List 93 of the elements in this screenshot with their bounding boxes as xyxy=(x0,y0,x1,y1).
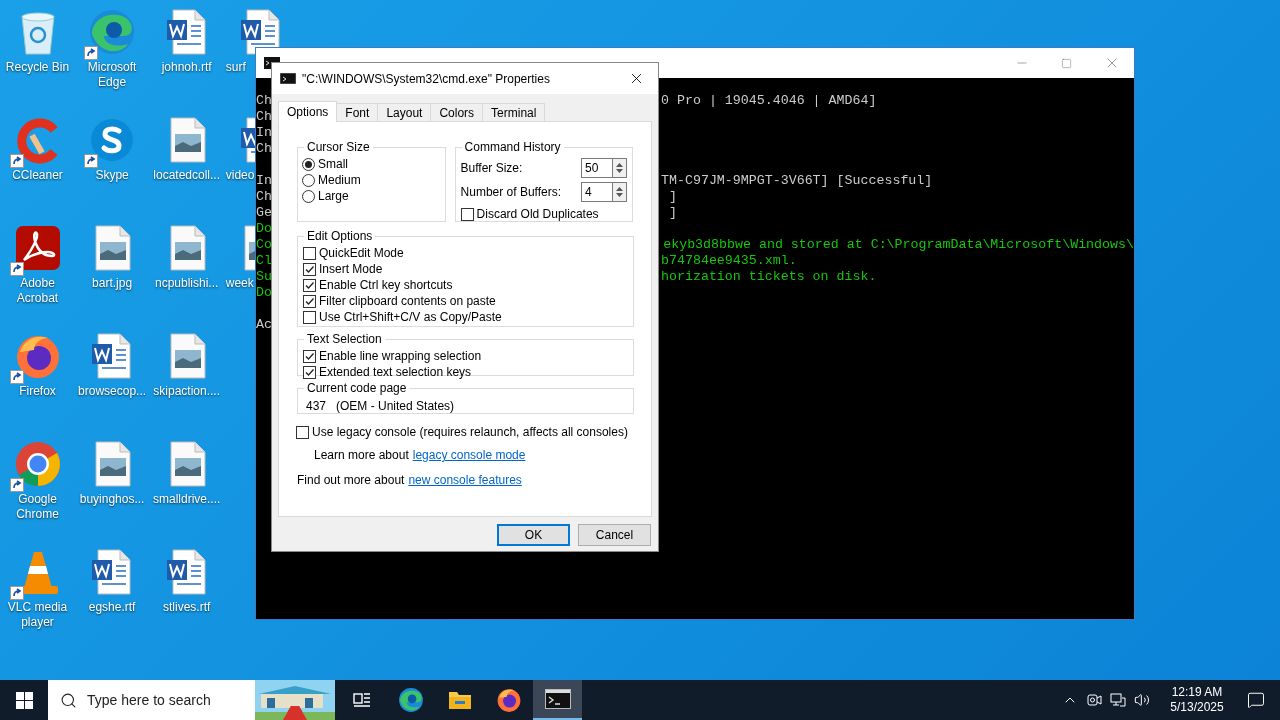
spinner-control[interactable] xyxy=(612,158,627,178)
taskbar-app-button[interactable] xyxy=(533,680,582,720)
console-text: horization tickets on disk. xyxy=(661,269,877,285)
group-label: Current code page xyxy=(307,381,407,395)
checkbox-label[interactable]: Use Ctrl+Shift+C/V as Copy/Paste xyxy=(319,308,502,326)
checkbox[interactable] xyxy=(303,246,316,260)
tab[interactable]: Terminal xyxy=(482,103,546,122)
group-label: Edit Options xyxy=(307,229,373,243)
number-field[interactable]: 50 xyxy=(581,158,612,178)
edge-icon xyxy=(397,687,424,713)
radio-button[interactable] xyxy=(302,189,315,203)
console-text: Ch xyxy=(256,141,272,156)
tab[interactable]: Options xyxy=(278,101,338,122)
console-text: Ch xyxy=(256,189,272,204)
search-box[interactable]: Type here to search xyxy=(48,680,335,720)
console-text: Su xyxy=(256,269,272,284)
clock-time: 12:19 AM xyxy=(1171,685,1223,700)
clock[interactable]: 12:19 AM 5/13/2025 xyxy=(1162,685,1232,715)
checkbox-label[interactable]: QuickEdit Mode xyxy=(319,244,404,262)
checkbox-label[interactable]: Enable line wrapping selection xyxy=(319,347,482,365)
field-label: Number of Buffers: xyxy=(460,184,562,201)
checkbox[interactable] xyxy=(303,278,316,292)
console-text: TM-C97JM-9MPGT-3V66T] [Successful] xyxy=(661,173,933,189)
console-text: ] xyxy=(667,189,677,205)
search-placeholder: Type here to search xyxy=(87,690,211,710)
edge-icon xyxy=(88,8,137,56)
console-text: Ge xyxy=(256,205,272,220)
up-arrow-icon xyxy=(616,163,623,167)
clock-date: 5/13/2025 xyxy=(1170,700,1224,715)
tab[interactable]: Font xyxy=(336,103,379,122)
console-text: ] xyxy=(667,205,677,221)
checkbox-label[interactable]: Discard Old Duplicates xyxy=(476,205,599,223)
checkbox-label[interactable]: Extended text selection keys xyxy=(319,363,472,381)
speech-bubble-icon xyxy=(1247,691,1265,709)
group-label: Text Selection xyxy=(307,332,382,346)
number-field[interactable]: 4 xyxy=(581,182,612,202)
console-text: In xyxy=(256,173,272,188)
dialog-title: "C:\WINDOWS\System32\cmd.exe" Properties xyxy=(302,70,550,88)
firefox-icon xyxy=(495,687,522,713)
search-icon xyxy=(60,691,77,709)
volume-icon[interactable] xyxy=(1134,692,1150,708)
group-label: Command History xyxy=(464,140,561,154)
spinner-control[interactable] xyxy=(612,182,627,202)
checkbox[interactable] xyxy=(296,425,309,439)
console-text: In xyxy=(256,125,272,140)
up-arrow-icon xyxy=(616,187,623,191)
checkbox-label[interactable]: Enable Ctrl key shortcuts xyxy=(319,276,453,294)
dialog-button[interactable]: OK xyxy=(497,524,570,546)
console-text: ekyb3d8bbwe and stored at C:\ProgramData\Microsoft\Windows\ xyxy=(662,237,1134,253)
console-text: Ch xyxy=(256,93,272,108)
code-page-value: 437 (OEM - United States) xyxy=(306,398,456,415)
tab[interactable]: Layout xyxy=(377,103,432,122)
acrobat-icon xyxy=(13,224,62,272)
windows-logo-icon xyxy=(15,691,33,709)
checkbox-label[interactable]: Use legacy console (requires relaunch, affects all consoles) xyxy=(312,423,628,441)
terminal-icon xyxy=(280,73,296,84)
help-text: Find out more about xyxy=(297,472,405,489)
console-text: Do xyxy=(256,221,272,236)
terminal-icon xyxy=(544,689,571,709)
help-link[interactable]: new console features xyxy=(408,471,522,489)
checkbox-label[interactable]: Insert Mode xyxy=(319,260,383,278)
radio-button[interactable] xyxy=(302,157,315,171)
checkbox[interactable] xyxy=(460,207,474,221)
checkbox[interactable] xyxy=(303,310,316,324)
down-arrow-icon xyxy=(616,169,623,173)
dialog-button[interactable]: Cancel xyxy=(578,524,651,546)
radio-label[interactable]: Large xyxy=(318,187,349,205)
console-text: Do xyxy=(256,285,272,300)
task-view-icon xyxy=(351,690,372,710)
radio-label[interactable]: Medium xyxy=(318,171,361,189)
checkbox[interactable] xyxy=(303,365,316,379)
console-text: Ch xyxy=(256,109,272,124)
console-text: Co xyxy=(256,237,272,252)
help-text: Learn more about xyxy=(314,447,409,464)
radio-label[interactable]: Small xyxy=(318,155,348,173)
checkbox[interactable] xyxy=(303,349,316,363)
down-arrow-icon xyxy=(616,193,623,197)
speaker-icon xyxy=(1134,692,1150,708)
maximize-icon xyxy=(1061,57,1072,69)
camera-icon[interactable] xyxy=(1086,692,1102,708)
chrome-icon xyxy=(13,440,62,488)
help-link[interactable]: legacy console mode xyxy=(412,446,526,464)
network-icon[interactable] xyxy=(1110,692,1126,708)
console-text: b74784ee9435.xml. xyxy=(661,253,797,269)
field-label: Buffer Size: xyxy=(460,160,523,177)
group-label: Cursor Size xyxy=(307,140,370,154)
console-text: Ac xyxy=(256,317,272,332)
radio-button[interactable] xyxy=(302,173,315,187)
checkbox[interactable] xyxy=(303,294,316,308)
console-text: Cl xyxy=(256,253,272,268)
checkbox-label[interactable]: Filter clipboard contents on paste xyxy=(319,292,496,310)
checkbox[interactable] xyxy=(303,262,316,276)
console-text: 0 Pro | 19045.4046 | AMD64] xyxy=(661,93,877,109)
